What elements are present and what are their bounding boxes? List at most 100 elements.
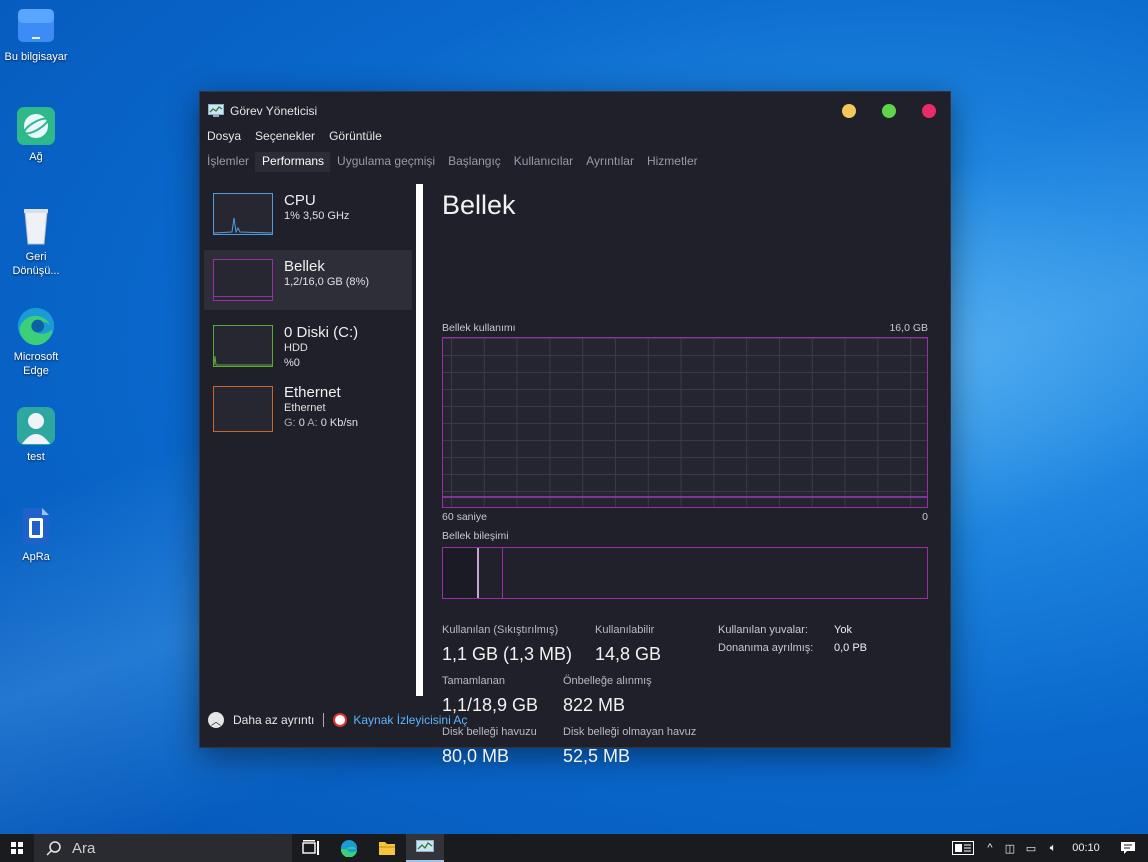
taskbar-edge-button[interactable] bbox=[330, 834, 368, 862]
hardware-reserved-value: 0,0 PB bbox=[834, 642, 868, 654]
windows-logo-icon bbox=[11, 842, 23, 854]
composition-label: Bellek bileşimi bbox=[442, 530, 509, 542]
system-tray: ^ ◫ ▭ 🔈︎ 00:10 bbox=[946, 834, 1148, 862]
start-button[interactable] bbox=[0, 834, 34, 862]
desktop-icon-label: Geri Dönüşü... bbox=[12, 251, 60, 277]
search-icon bbox=[46, 841, 61, 856]
memory-composition-bar bbox=[442, 547, 928, 599]
composition-in-use bbox=[443, 548, 479, 598]
sidebar-item-title: Ethernet bbox=[284, 384, 341, 401]
menu-file[interactable]: Dosya bbox=[207, 129, 241, 143]
task-manager-icon bbox=[416, 839, 434, 852]
desktop-icon-apra[interactable]: ApRa bbox=[4, 506, 68, 564]
cpu-mini-graph bbox=[213, 193, 273, 235]
taskbar-search-box[interactable]: Ara bbox=[34, 834, 292, 862]
memory-mini-graph bbox=[213, 259, 273, 301]
desktop-icon-network[interactable]: Ağ bbox=[4, 106, 68, 164]
taskbar-task-manager-button[interactable] bbox=[406, 834, 444, 862]
sidebar-item-throughput: G: 0 A: 0 Kb/sn bbox=[284, 417, 358, 429]
tab-users[interactable]: Kullanıcılar bbox=[507, 152, 579, 172]
apra-file-icon bbox=[16, 506, 56, 546]
notifications-button[interactable] bbox=[1108, 834, 1148, 862]
taskbar-file-explorer-button[interactable] bbox=[368, 834, 406, 862]
webcam-icon[interactable]: ◫ bbox=[1000, 842, 1020, 855]
hardware-reserved-label: Donanıma ayrılmış: bbox=[718, 642, 814, 654]
stat-available-value: 14,8 GB bbox=[595, 644, 662, 664]
sidebar-item-title: Bellek bbox=[284, 258, 325, 275]
desktop-icon-edge[interactable]: Microsoft Edge bbox=[4, 306, 68, 378]
task-view-icon bbox=[302, 840, 319, 855]
menu-view[interactable]: Görüntüle bbox=[329, 129, 382, 143]
menu-bar: Dosya Seçenekler Görüntüle bbox=[207, 129, 382, 143]
stat-cached-label: Önbelleğe alınmış bbox=[563, 675, 652, 687]
desktop-icon-label: ApRa bbox=[22, 551, 50, 563]
graph-time-left: 60 saniye bbox=[442, 511, 487, 523]
sidebar-item-cpu[interactable]: CPU 1% 3,50 GHz bbox=[204, 184, 412, 244]
tab-startup[interactable]: Başlangıç bbox=[441, 152, 507, 172]
news-icon bbox=[952, 841, 974, 855]
receive-label: A: bbox=[307, 417, 318, 429]
usage-graph-max: 16,0 GB bbox=[889, 322, 928, 334]
sidebar-item-ethernet[interactable]: Ethernet Ethernet G: 0 A: 0 Kb/sn bbox=[204, 382, 412, 442]
stat-nonpaged-value: 52,5 MB bbox=[563, 746, 631, 766]
footer-divider bbox=[323, 713, 325, 727]
network-icon[interactable]: ▭ bbox=[1020, 842, 1042, 855]
sidebar-item-title: CPU bbox=[284, 192, 316, 209]
sidebar-item-detail: Ethernet bbox=[284, 402, 326, 414]
stat-paged-value: 80,0 MB bbox=[442, 746, 510, 766]
menu-options[interactable]: Seçenekler bbox=[255, 129, 315, 143]
open-resource-monitor-link[interactable]: Kaynak İzleyicisini Aç bbox=[353, 713, 467, 727]
memory-usage-graph bbox=[442, 337, 928, 508]
desktop-icon-label: Bu bilgisayar bbox=[4, 51, 68, 63]
desktop-icon-label: Ağ bbox=[29, 151, 43, 163]
sidebar-scrollbar[interactable] bbox=[416, 184, 423, 696]
folder-icon bbox=[379, 842, 395, 855]
news-widget-button[interactable] bbox=[946, 834, 980, 862]
sidebar-item-memory[interactable]: Bellek 1,2/16,0 GB (8%) bbox=[204, 250, 412, 310]
chevron-up-icon[interactable]: ︿ bbox=[208, 712, 224, 728]
sidebar-item-disk[interactable]: 0 Diski (C:) HDD %0 bbox=[204, 316, 412, 376]
sidebar-item-detail: 1,2/16,0 GB (8%) bbox=[284, 276, 369, 288]
close-button[interactable] bbox=[922, 104, 936, 118]
sidebar-item-title: 0 Diski (C:) bbox=[284, 324, 359, 341]
desktop-icon-recycle-bin[interactable]: Geri Dönüşü... bbox=[4, 206, 68, 278]
chevron-up-icon[interactable]: ^ bbox=[980, 842, 1000, 854]
tab-app-history[interactable]: Uygulama geçmişi bbox=[330, 152, 441, 172]
minimize-button[interactable] bbox=[842, 104, 856, 118]
computer-icon bbox=[16, 6, 56, 46]
stat-used-label: Kullanılan (Sıkıştırılmış) bbox=[442, 624, 559, 636]
slots-used-value: Yok bbox=[834, 624, 852, 636]
taskbar: Ara ^ ◫ ▭ 🔈︎ 00:10 bbox=[0, 834, 1148, 862]
desktop-icon-this-pc[interactable]: Bu bilgisayar bbox=[4, 6, 68, 64]
tab-services[interactable]: Hizmetler bbox=[640, 152, 704, 172]
receive-value: 0 Kb/sn bbox=[320, 417, 359, 429]
slots-used-label: Kullanılan yuvalar: bbox=[718, 624, 808, 636]
tab-details[interactable]: Ayrıntılar bbox=[579, 152, 640, 172]
stat-used-value: 1,1 GB (1,3 MB) bbox=[442, 644, 573, 664]
graph-time-right: 0 bbox=[922, 511, 928, 523]
memory-usage-line bbox=[443, 496, 927, 498]
stat-nonpaged-label: Disk belleği olmayan havuz bbox=[563, 726, 697, 738]
composition-modified bbox=[481, 548, 503, 598]
usage-graph-label: Bellek kullanımı bbox=[442, 322, 516, 334]
desktop-icon-label: Microsoft Edge bbox=[13, 351, 59, 377]
title-bar[interactable]: Görev Yöneticisi bbox=[200, 92, 950, 130]
fewer-details-link[interactable]: Daha az ayrıntı bbox=[233, 713, 314, 727]
task-view-button[interactable] bbox=[292, 834, 330, 862]
resource-monitor-icon bbox=[333, 713, 348, 727]
desktop-icon-user[interactable]: test bbox=[4, 406, 68, 464]
maximize-button[interactable] bbox=[882, 104, 896, 118]
search-placeholder: Ara bbox=[72, 839, 96, 857]
volume-icon[interactable]: 🔈︎ bbox=[1042, 842, 1064, 855]
stat-committed-label: Tamamlanan bbox=[442, 675, 505, 687]
tab-processes[interactable]: İşlemler bbox=[200, 152, 255, 172]
ethernet-mini-graph bbox=[213, 386, 273, 432]
tab-bar: İşlemler Performans Uygulama geçmişi Baş… bbox=[200, 152, 704, 172]
page-title: Bellek bbox=[442, 190, 516, 220]
desktop-icon-label: test bbox=[27, 451, 45, 463]
notification-icon bbox=[1121, 842, 1135, 854]
window-footer: ︿ Daha az ayrıntı Kaynak İzleyicisini Aç bbox=[208, 712, 467, 728]
edge-icon bbox=[16, 306, 56, 346]
tab-performance[interactable]: Performans bbox=[255, 152, 331, 172]
clock[interactable]: 00:10 bbox=[1064, 842, 1108, 854]
